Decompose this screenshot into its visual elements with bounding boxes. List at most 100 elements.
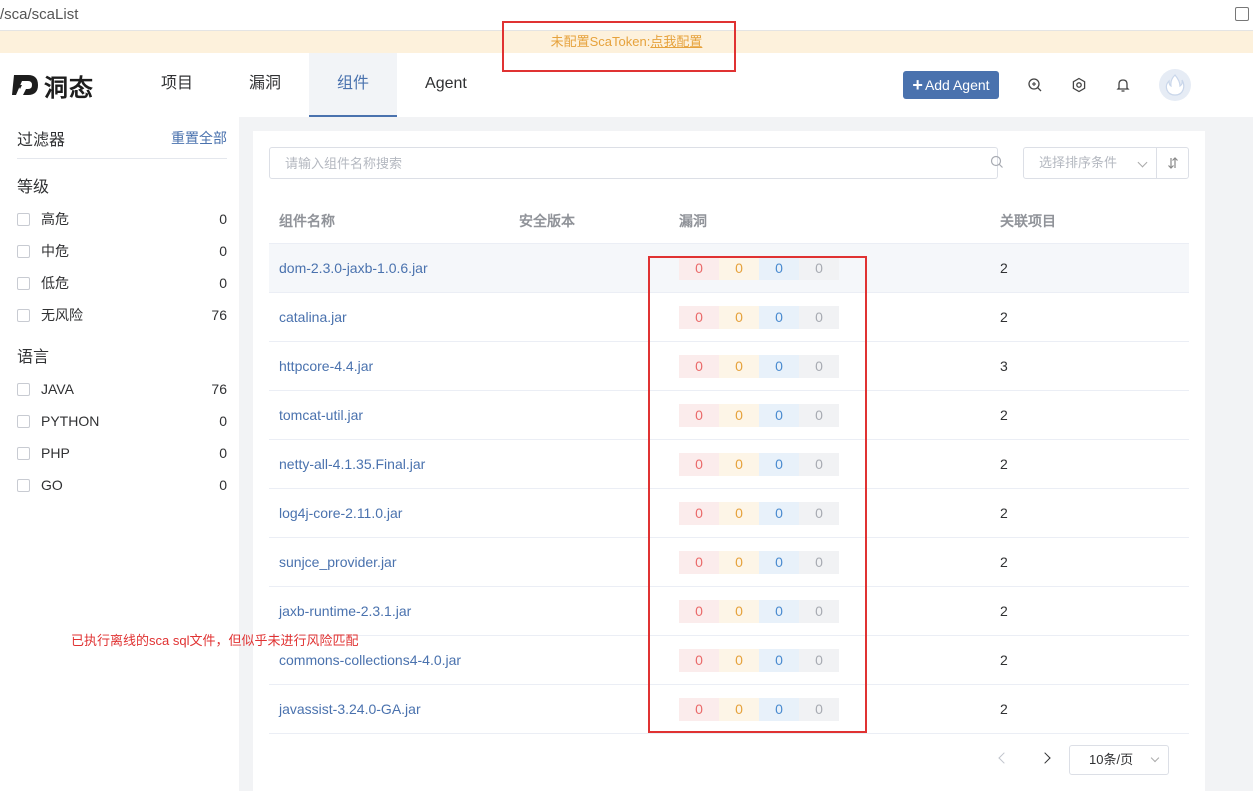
vuln-high-count: 0 <box>679 600 719 623</box>
related-project-count: 2 <box>1000 554 1008 570</box>
language-option-python[interactable]: PYTHON 0 <box>17 405 227 437</box>
checkbox[interactable] <box>17 244 30 258</box>
plus-icon: + <box>912 75 923 95</box>
vuln-medium-count: 0 <box>719 404 759 427</box>
nav-projects[interactable]: 项目 <box>133 53 221 117</box>
table-row: dom-2.3.0-jaxb-1.0.6.jar 0 0 0 0 2 <box>269 244 1189 293</box>
option-label: PYTHON <box>41 413 100 429</box>
nav-agent[interactable]: Agent <box>397 53 495 117</box>
sort-order-button[interactable] <box>1156 147 1189 179</box>
column-header-safe-version[interactable]: 安全版本 <box>519 211 575 231</box>
vuln-counts: 0000 <box>679 551 839 574</box>
open-external-icon[interactable] <box>1235 7 1249 21</box>
prev-page-icon[interactable] <box>998 752 1010 764</box>
page-size-select[interactable]: 10条/页 <box>1069 745 1169 775</box>
browser-url-bar[interactable]: /sca/scaList <box>0 0 1253 31</box>
checkbox[interactable] <box>17 382 30 396</box>
vuln-medium-count: 0 <box>719 551 759 574</box>
column-header-name[interactable]: 组件名称 <box>279 211 335 231</box>
option-label: GO <box>41 477 63 493</box>
column-header-projects[interactable]: 关联项目 <box>1000 211 1056 231</box>
main-nav: 项目 漏洞 组件 Agent <box>133 53 495 117</box>
language-option-go[interactable]: GO 0 <box>17 469 227 501</box>
top-header: 洞态 项目 漏洞 组件 Agent + Add Agent <box>0 53 1253 117</box>
component-name-link[interactable]: catalina.jar <box>279 309 347 325</box>
vuln-low-count: 0 <box>759 551 799 574</box>
add-agent-label: Add Agent <box>924 77 990 93</box>
checkbox[interactable] <box>17 276 30 290</box>
table-row: log4j-core-2.11.0.jar 0 0 0 0 2 <box>269 489 1189 538</box>
checkbox[interactable] <box>17 308 30 322</box>
reset-all-button[interactable]: 重置全部 <box>171 128 227 148</box>
vuln-low-count: 0 <box>759 404 799 427</box>
vuln-counts: 0000 <box>679 502 839 525</box>
option-count: 0 <box>219 445 227 461</box>
next-page-icon[interactable] <box>1039 752 1051 764</box>
sort-arrows-icon <box>1167 157 1178 169</box>
checkbox[interactable] <box>17 446 30 460</box>
language-option-java[interactable]: JAVA 76 <box>17 373 227 405</box>
column-header-vuln[interactable]: 漏洞 <box>679 211 707 231</box>
nav-vulnerabilities[interactable]: 漏洞 <box>221 53 309 117</box>
level-option-medium[interactable]: 中危 0 <box>17 235 227 267</box>
vuln-medium-count: 0 <box>719 257 759 280</box>
vuln-none-count: 0 <box>799 257 839 280</box>
sort-select[interactable]: 选择排序条件 <box>1023 147 1157 179</box>
component-name-link[interactable]: commons-collections4-4.0.jar <box>279 652 461 668</box>
vuln-medium-count: 0 <box>719 306 759 329</box>
logo[interactable]: 洞态 <box>12 70 94 102</box>
search-icon[interactable] <box>990 155 1004 169</box>
vuln-low-count: 0 <box>759 306 799 329</box>
vuln-medium-count: 0 <box>719 649 759 672</box>
language-option-php[interactable]: PHP 0 <box>17 437 227 469</box>
add-agent-button[interactable]: + Add Agent <box>903 71 999 99</box>
dongtai-logo-icon <box>12 75 38 95</box>
chevron-down-icon <box>1137 157 1148 168</box>
component-search-input[interactable] <box>269 147 998 179</box>
filter-sidebar: 过滤器 重置全部 等级 高危 0 中危 0 低危 0 无风险 76 语言 JAVA 76 … <box>0 117 239 791</box>
vuln-counts: 0000 <box>679 600 839 623</box>
level-option-none[interactable]: 无风险 76 <box>17 299 227 331</box>
notification-bell-icon[interactable] <box>1115 77 1131 93</box>
component-name-link[interactable]: log4j-core-2.11.0.jar <box>279 505 402 521</box>
pagination: 10条/页 <box>253 745 1205 775</box>
component-name-link[interactable]: httpcore-4.4.jar <box>279 358 373 374</box>
filter-header: 过滤器 重置全部 <box>17 117 227 159</box>
search-zoom-icon[interactable] <box>1027 77 1043 93</box>
vuln-high-count: 0 <box>679 551 719 574</box>
vuln-counts: 0000 <box>679 404 839 427</box>
related-project-count: 2 <box>1000 407 1008 423</box>
vuln-medium-count: 0 <box>719 355 759 378</box>
vuln-low-count: 0 <box>759 257 799 280</box>
component-name-link[interactable]: netty-all-4.1.35.Final.jar <box>279 456 425 472</box>
vuln-low-count: 0 <box>759 502 799 525</box>
related-project-count: 2 <box>1000 309 1008 325</box>
user-avatar[interactable] <box>1159 69 1191 101</box>
component-name-link[interactable]: tomcat-util.jar <box>279 407 363 423</box>
vuln-high-count: 0 <box>679 355 719 378</box>
checkbox[interactable] <box>17 414 30 428</box>
vuln-medium-count: 0 <box>719 453 759 476</box>
option-count: 0 <box>219 211 227 227</box>
checkbox[interactable] <box>17 212 30 226</box>
level-option-high[interactable]: 高危 0 <box>17 203 227 235</box>
vuln-low-count: 0 <box>759 698 799 721</box>
level-option-low[interactable]: 低危 0 <box>17 267 227 299</box>
url-text: /sca/scaList <box>0 6 79 23</box>
vuln-counts: 0000 <box>679 306 839 329</box>
component-name-link[interactable]: javassist-3.24.0-GA.jar <box>279 701 421 717</box>
related-project-count: 2 <box>1000 652 1008 668</box>
vuln-medium-count: 0 <box>719 502 759 525</box>
settings-gear-icon[interactable] <box>1071 77 1087 93</box>
vuln-low-count: 0 <box>759 600 799 623</box>
nav-components[interactable]: 组件 <box>309 53 398 117</box>
checkbox[interactable] <box>17 478 30 492</box>
component-name-link[interactable]: dom-2.3.0-jaxb-1.0.6.jar <box>279 260 428 276</box>
vuln-none-count: 0 <box>799 453 839 476</box>
configure-token-link[interactable]: 点我配置 <box>650 34 702 49</box>
vuln-medium-count: 0 <box>719 600 759 623</box>
component-name-link[interactable]: sunjce_provider.jar <box>279 554 397 570</box>
component-name-link[interactable]: jaxb-runtime-2.3.1.jar <box>279 603 411 619</box>
table-row: sunjce_provider.jar 0 0 0 0 2 <box>269 538 1189 587</box>
vuln-none-count: 0 <box>799 649 839 672</box>
